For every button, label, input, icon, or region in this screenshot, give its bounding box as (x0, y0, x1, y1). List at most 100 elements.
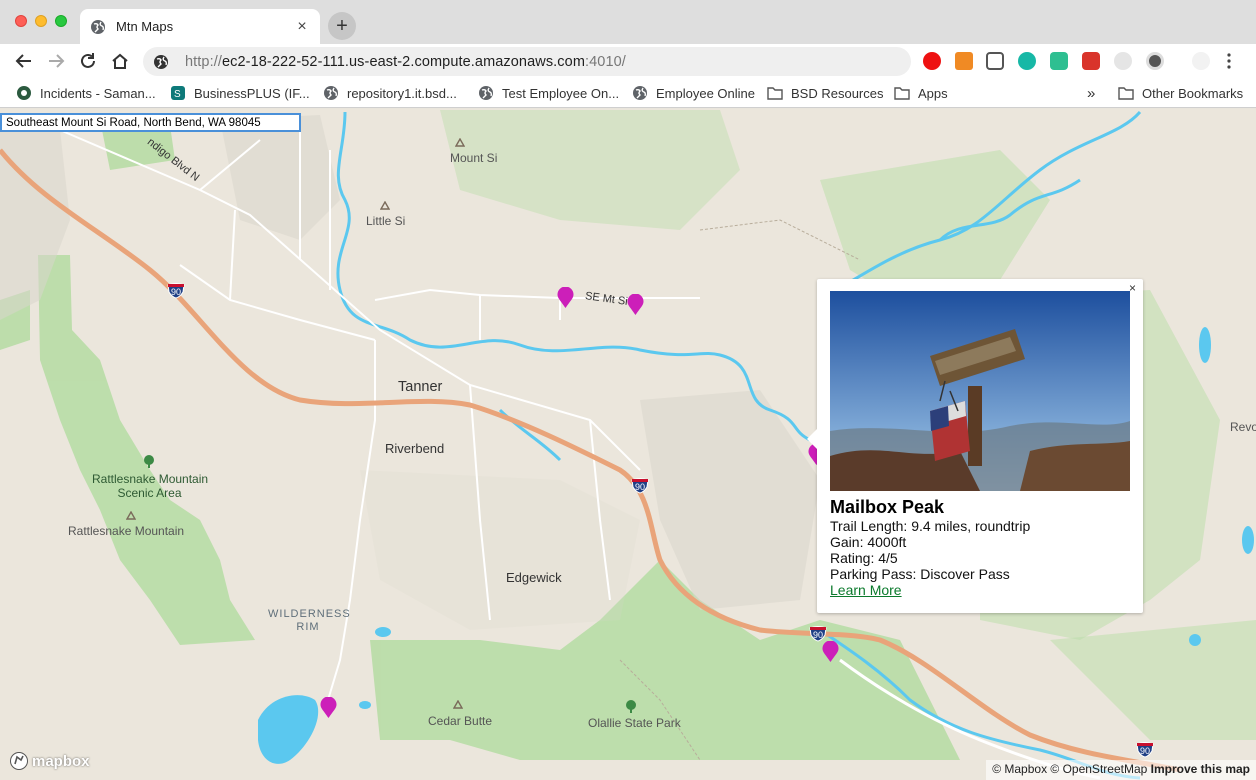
shield-number: 90 (813, 630, 824, 640)
place-label-line: WILDERNESS (268, 608, 351, 620)
trail-pin-marker[interactable] (627, 294, 644, 316)
place-label: WILDERNESS RIM (268, 608, 351, 634)
incidents-icon (17, 86, 31, 100)
browser-titlebar: Mtn Maps × + (0, 0, 1256, 44)
home-button[interactable] (108, 49, 132, 73)
m-extension-icon[interactable] (1018, 52, 1036, 70)
reload-button[interactable] (76, 49, 100, 73)
place-label: Tanner (398, 379, 443, 395)
pocket-extension-icon[interactable] (986, 52, 1004, 70)
other-bookmarks-folder[interactable]: Other Bookmarks (1118, 84, 1243, 102)
peak-icon (380, 201, 390, 210)
bookmark-item[interactable]: Employee Online (632, 84, 755, 102)
place-label: Edgewick (506, 570, 562, 585)
trail-name: Mailbox Peak (830, 497, 945, 517)
trail-parking-pass: Parking Pass: Discover Pass (830, 566, 1010, 582)
trail-pin-marker[interactable] (557, 287, 574, 309)
menu-kebab-icon[interactable] (1226, 52, 1232, 70)
peak-icon (126, 511, 136, 520)
mapbox-logo[interactable]: mapbox (9, 751, 90, 771)
bookmark-label: Employee Online (656, 85, 755, 101)
map-attribution: © Mapbox © OpenStreetMap Improve this ma… (986, 760, 1256, 780)
metamask-extension-icon[interactable] (955, 52, 973, 70)
trail-pin-marker[interactable] (822, 641, 839, 663)
shield-number: 90 (635, 482, 646, 492)
peak-icon (453, 700, 463, 709)
window-maximize-button[interactable] (55, 15, 67, 27)
bookmark-folder[interactable]: BSD Resources (767, 84, 883, 102)
new-tab-button[interactable]: + (328, 12, 356, 40)
reload-icon (81, 53, 95, 68)
back-button[interactable] (12, 49, 36, 73)
shield-number: 90 (171, 287, 182, 297)
bookmarks-bar: Incidents - Saman... S BusinessPLUS (IF.… (0, 78, 1256, 108)
place-label: Rattlesnake Mountain Scenic Area (92, 472, 209, 500)
window-close-button[interactable] (15, 15, 27, 27)
place-label: Little Si (366, 214, 406, 228)
popup-close-button[interactable]: × (1129, 281, 1136, 295)
puzzle-extension-icon[interactable] (1082, 52, 1100, 70)
adblock-extension-icon[interactable] (923, 52, 941, 70)
address-bar[interactable]: http://ec2-18-222-52-111.us-east-2.compu… (143, 47, 911, 76)
bookmark-label: Incidents - Saman... (40, 85, 156, 101)
place-label-line: Rattlesnake Mountain (92, 472, 209, 486)
trail-photo (830, 291, 1130, 491)
arrow-left-icon (15, 54, 31, 68)
tab-close-button[interactable]: × (294, 18, 310, 35)
globe-icon (154, 54, 168, 69)
folder-icon (1118, 87, 1134, 100)
globe-icon (324, 86, 338, 100)
bookmark-label: BusinessPLUS (IF... (194, 85, 310, 101)
bookmark-item[interactable]: Test Employee On... (478, 84, 619, 102)
browser-tab[interactable]: Mtn Maps × (80, 9, 320, 44)
bookmark-label: Apps (918, 85, 948, 101)
place-label-line: RIM (296, 621, 320, 633)
shield-number: 90 (1140, 746, 1151, 756)
svg-text:S: S (174, 89, 181, 100)
url-host: ec2-18-222-52-111.us-east-2.compute.amaz… (221, 53, 586, 70)
place-label: Revo (1230, 420, 1256, 434)
trail-gain: Gain: 4000ft (830, 534, 907, 550)
globe-icon (91, 19, 105, 34)
audio-extension-icon[interactable] (1050, 52, 1068, 70)
url-port: :4010/ (585, 53, 626, 70)
globe-icon (633, 86, 647, 100)
tab-title: Mtn Maps (116, 19, 174, 34)
peak-icon (455, 138, 465, 147)
place-label-line: Scenic Area (117, 486, 182, 500)
mapbox-icon (10, 752, 28, 770)
tracker-extension-icon[interactable] (1114, 52, 1132, 70)
arrow-right-icon (49, 54, 65, 68)
folder-icon (767, 87, 783, 100)
trail-popup: × Mailbox Peak Trail Length: 9.4 miles, … (807, 279, 1143, 613)
dark-extension-icon[interactable] (1146, 52, 1164, 70)
url-protocol: http:// (185, 53, 222, 70)
home-icon (112, 53, 128, 69)
trail-pin-marker[interactable] (320, 697, 337, 719)
bookmarks-overflow-button[interactable]: » (1087, 84, 1095, 102)
folder-icon (894, 87, 910, 100)
window-minimize-button[interactable] (35, 15, 47, 27)
mapbox-logo-text: mapbox (32, 752, 90, 770)
tree-icon (144, 455, 154, 468)
place-label: Rattlesnake Mountain (68, 524, 185, 538)
trail-rating: Rating: 4/5 (830, 550, 898, 566)
globe-icon (479, 86, 493, 100)
bookmark-item[interactable]: repository1.it.bsd... (323, 84, 457, 102)
profile-avatar[interactable] (1192, 52, 1210, 70)
place-label: Mount Si (450, 151, 498, 165)
learn-more-link[interactable]: Learn More (830, 582, 902, 598)
bookmark-folder[interactable]: Apps (894, 84, 948, 102)
bookmark-item[interactable]: Incidents - Saman... (16, 84, 156, 102)
place-label: Olallie State Park (588, 716, 681, 730)
bookmark-label: Other Bookmarks (1142, 85, 1244, 101)
improve-map-link[interactable]: Improve this map (1151, 762, 1250, 776)
forward-button[interactable] (44, 49, 68, 73)
bookmark-label: repository1.it.bsd... (347, 85, 457, 101)
attribution-text[interactable]: © Mapbox © OpenStreetMap (992, 762, 1147, 776)
tree-icon (626, 700, 636, 713)
bookmark-item[interactable]: S BusinessPLUS (IF... (170, 84, 310, 102)
bookmark-label: Test Employee On... (502, 85, 620, 101)
location-search-input[interactable]: Southeast Mount Si Road, North Bend, WA … (0, 113, 301, 132)
place-label: Riverbend (385, 441, 445, 456)
